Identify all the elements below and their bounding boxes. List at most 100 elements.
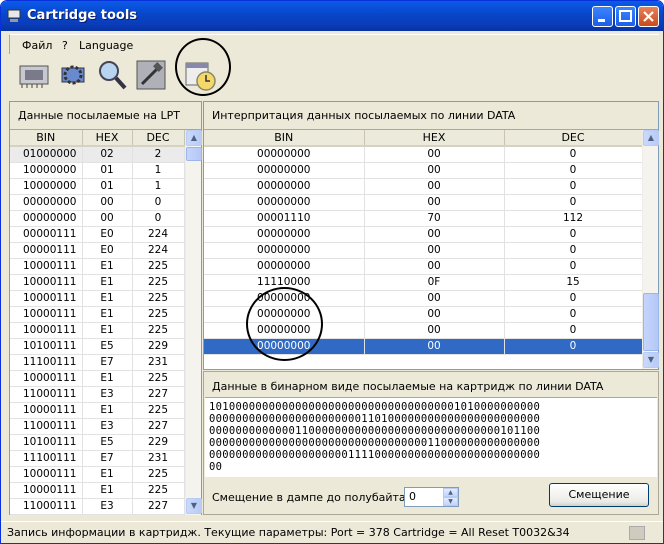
lpt-col-hex[interactable]: HEX — [82, 130, 133, 147]
lpt-table-row[interactable]: 10000000 01 1 — [10, 178, 185, 195]
menu-language[interactable]: Language — [79, 39, 133, 52]
dec-cell[interactable]: 0 — [504, 162, 643, 179]
bin-cell[interactable]: 00000000 — [204, 194, 365, 211]
scroll-thumb[interactable] — [643, 293, 659, 351]
chip-settings-icon[interactable] — [56, 58, 90, 92]
bin-cell[interactable]: 00001110 — [204, 210, 365, 227]
lpt-scrollbar[interactable]: ▲ ▼ — [185, 130, 202, 515]
bin-cell[interactable]: 10000000 — [10, 178, 83, 195]
scroll-thumb[interactable] — [186, 147, 202, 161]
bin-cell[interactable]: 00000000 — [10, 210, 83, 227]
lpt-col-bin[interactable]: BIN — [10, 130, 83, 147]
dec-cell[interactable]: 231 — [132, 450, 185, 467]
dec-cell[interactable]: 225 — [132, 482, 185, 499]
bin-cell[interactable]: 10000111 — [10, 306, 83, 323]
dec-cell[interactable]: 0 — [504, 146, 643, 163]
bin-cell[interactable]: 10000111 — [10, 274, 83, 291]
dec-cell[interactable]: 225 — [132, 370, 185, 387]
bin-cell[interactable]: 10100111 — [10, 434, 83, 451]
bin-cell[interactable]: 10000111 — [10, 402, 83, 419]
dec-cell[interactable]: 224 — [132, 242, 185, 259]
data-table-row[interactable]: 11110000 0F 15 — [204, 274, 643, 291]
dec-cell[interactable]: 0 — [132, 194, 185, 211]
offset-spinner[interactable]: 0 ▲ ▼ — [404, 487, 459, 507]
lpt-table-row[interactable]: 11100111 E7 231 — [10, 354, 185, 371]
hex-cell[interactable]: 00 — [364, 226, 505, 243]
hex-cell[interactable]: 00 — [82, 194, 133, 211]
dec-cell[interactable]: 225 — [132, 290, 185, 307]
bin-cell[interactable]: 10000111 — [10, 482, 83, 499]
hex-cell[interactable]: E1 — [82, 274, 133, 291]
bin-cell[interactable]: 00000000 — [204, 226, 365, 243]
dec-cell[interactable]: 0 — [504, 258, 643, 275]
bin-cell[interactable]: 10000111 — [10, 466, 83, 483]
hex-cell[interactable]: 01 — [82, 178, 133, 195]
hex-cell[interactable]: 00 — [364, 258, 505, 275]
chip-read-icon[interactable] — [17, 58, 51, 92]
dec-cell[interactable]: 225 — [132, 402, 185, 419]
dec-cell[interactable]: 0 — [504, 322, 643, 339]
data-table-row[interactable]: 00000000 00 0 — [204, 146, 643, 163]
hex-cell[interactable]: 00 — [364, 162, 505, 179]
dec-cell[interactable]: 0 — [504, 194, 643, 211]
data-table-row[interactable]: 00000000 00 0 — [204, 242, 643, 259]
hex-cell[interactable]: E5 — [82, 338, 133, 355]
menu-help[interactable]: ? — [62, 39, 68, 52]
bin-cell[interactable]: 11000111 — [10, 498, 83, 515]
lpt-data-table[interactable]: BIN HEX DEC 01000000 02 2 10000000 01 1 100000… — [10, 130, 185, 515]
dec-cell[interactable]: 227 — [132, 418, 185, 435]
dec-cell[interactable]: 2 — [132, 146, 185, 163]
data-col-dec[interactable]: DEC — [504, 130, 643, 147]
dec-cell[interactable]: 229 — [132, 434, 185, 451]
bin-cell[interactable]: 00000000 — [204, 178, 365, 195]
dec-cell[interactable]: 224 — [132, 226, 185, 243]
bin-cell[interactable]: 11000111 — [10, 386, 83, 403]
lpt-table-row[interactable]: 10000111 E1 225 — [10, 482, 185, 499]
dec-cell[interactable]: 0 — [132, 210, 185, 227]
hex-cell[interactable]: 00 — [364, 194, 505, 211]
hex-cell[interactable]: E5 — [82, 434, 133, 451]
bin-cell[interactable]: 11000111 — [10, 418, 83, 435]
dec-cell[interactable]: 0 — [504, 290, 643, 307]
data-col-hex[interactable]: HEX — [364, 130, 505, 147]
bin-cell[interactable]: 01000000 — [10, 146, 83, 163]
hex-cell[interactable]: E1 — [82, 306, 133, 323]
lpt-table-row[interactable]: 11000111 E3 227 — [10, 386, 185, 403]
hex-cell[interactable]: E1 — [82, 290, 133, 307]
hex-cell[interactable]: 00 — [364, 178, 505, 195]
data-table-row[interactable]: 00000000 00 0 — [204, 178, 643, 195]
magnifier-icon[interactable] — [95, 58, 129, 92]
hex-cell[interactable]: E7 — [82, 354, 133, 371]
hex-cell[interactable]: 70 — [364, 210, 505, 227]
hex-cell[interactable]: 00 — [364, 322, 505, 339]
hex-cell[interactable]: E0 — [82, 226, 133, 243]
offset-value[interactable]: 0 — [409, 490, 416, 503]
bin-cell[interactable]: 11100111 — [10, 354, 83, 371]
scroll-down-icon[interactable]: ▼ — [643, 352, 659, 368]
bin-cell[interactable]: 00000111 — [10, 226, 83, 243]
scroll-down-icon[interactable]: ▼ — [186, 498, 202, 514]
dec-cell[interactable]: 0 — [504, 178, 643, 195]
dec-cell[interactable]: 1 — [132, 162, 185, 179]
bin-cell[interactable]: 10000000 — [10, 162, 83, 179]
spin-down-icon[interactable]: ▼ — [443, 497, 458, 506]
bin-cell[interactable]: 10000111 — [10, 322, 83, 339]
bin-cell[interactable]: 10000111 — [10, 370, 83, 387]
offset-button[interactable]: Смещение — [549, 483, 649, 507]
hex-cell[interactable]: E1 — [82, 322, 133, 339]
scroll-up-icon[interactable]: ▲ — [643, 130, 659, 146]
spin-up-icon[interactable]: ▲ — [443, 488, 458, 497]
bin-cell[interactable]: 11100111 — [10, 450, 83, 467]
hex-cell[interactable]: E1 — [82, 370, 133, 387]
dec-cell[interactable]: 227 — [132, 498, 185, 515]
lpt-table-row[interactable]: 10000111 E1 225 — [10, 274, 185, 291]
menu-file[interactable]: Файл — [22, 39, 52, 52]
dec-cell[interactable]: 225 — [132, 258, 185, 275]
lpt-table-row[interactable]: 10000111 E1 225 — [10, 290, 185, 307]
dec-cell[interactable]: 0 — [504, 338, 643, 355]
hammer-icon[interactable] — [134, 58, 168, 92]
hex-cell[interactable]: E0 — [82, 242, 133, 259]
hex-cell[interactable]: E1 — [82, 402, 133, 419]
data-col-bin[interactable]: BIN — [204, 130, 365, 147]
lpt-table-row[interactable]: 10000111 E1 225 — [10, 370, 185, 387]
